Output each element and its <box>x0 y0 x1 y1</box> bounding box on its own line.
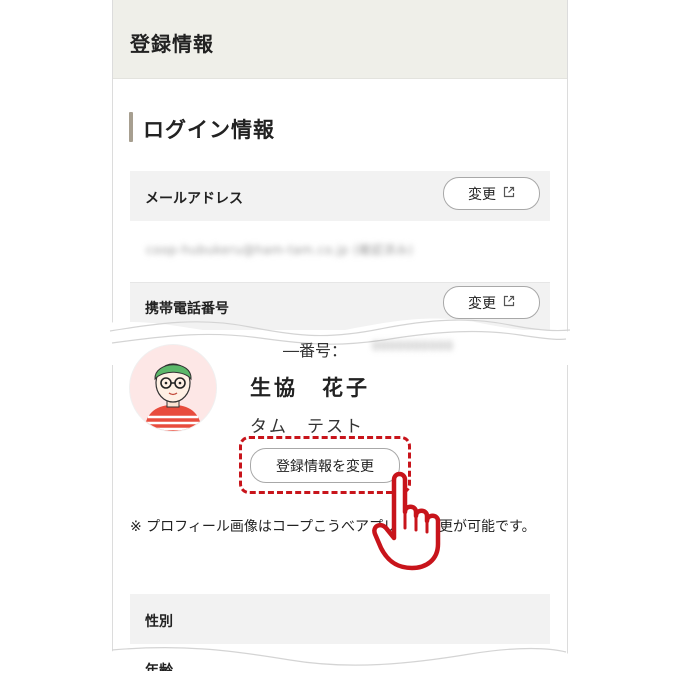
gender-row: 性別 <box>130 594 550 644</box>
member-number-value: 0000000000 <box>372 339 454 353</box>
user-kana: タム テスト <box>250 417 364 437</box>
email-change-button[interactable]: 変更 <box>443 177 540 210</box>
gender-label: 性別 <box>145 614 173 630</box>
pointing-hand-icon <box>372 471 441 571</box>
page-title: 登録情報 <box>130 32 214 56</box>
page-header: 登録情報 <box>113 0 567 79</box>
wave-separator-bottom <box>0 647 684 680</box>
profile-image-note: ※ プロフィール画像はコープこうべアプリから変更が可能です。 <box>130 519 536 535</box>
section-title-login: ログイン情報 <box>143 118 275 142</box>
email-value-masked: coop-hubukeru@ham-tam.co.jp (確認済み) <box>146 243 414 257</box>
user-name: 生協 花子 <box>250 376 370 400</box>
avatar-illustration <box>130 345 216 431</box>
member-number-label: ―番号： <box>283 341 348 360</box>
login-info-panel: 登録情報 ログイン情報 メールアドレス 変更 coop-hubukeru@ham… <box>112 0 568 335</box>
email-label: メールアドレス <box>145 191 243 207</box>
email-change-label: 変更 <box>468 186 496 203</box>
edit-profile-label: 登録情報を変更 <box>276 458 374 475</box>
external-link-icon <box>503 186 515 201</box>
section-accent-bar <box>129 112 133 142</box>
email-row: メールアドレス 変更 <box>130 171 550 221</box>
